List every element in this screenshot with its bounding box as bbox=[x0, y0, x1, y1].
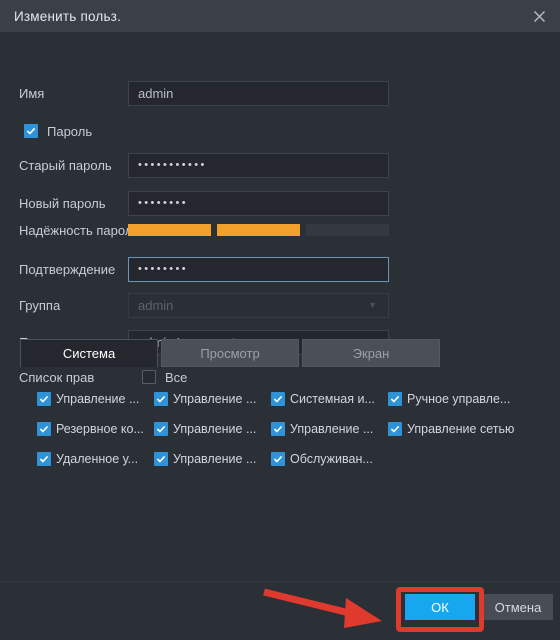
permission-item[interactable]: Управление ... bbox=[154, 444, 271, 474]
dialog-title: Изменить польз. bbox=[14, 8, 122, 24]
permission-label: Управление ... bbox=[173, 392, 257, 406]
old-password-value: ••••••••••• bbox=[138, 158, 207, 171]
row-confirm-password: Подтверждение •••••••• bbox=[0, 256, 560, 282]
permission-checkbox[interactable] bbox=[154, 392, 168, 406]
row-password-strength: Надёжность пароля bbox=[0, 222, 560, 238]
permission-checkbox[interactable] bbox=[37, 422, 51, 436]
chevron-down-icon: ▼ bbox=[368, 300, 377, 310]
permission-checkbox[interactable] bbox=[271, 452, 285, 466]
row-password-toggle: Пароль bbox=[0, 118, 560, 144]
password-toggle[interactable]: Пароль bbox=[0, 124, 92, 139]
row-new-password: Новый пароль •••••••• bbox=[0, 190, 560, 216]
name-value: admin bbox=[138, 85, 174, 101]
permission-label: Резервное ко... bbox=[56, 422, 144, 436]
permission-item[interactable]: Обслуживан... bbox=[271, 444, 388, 474]
permission-label: Управление ... bbox=[290, 422, 374, 436]
dialog-body: Имя admin Пароль Старый пароль •••••••••… bbox=[0, 32, 560, 640]
old-password-label: Старый пароль bbox=[19, 157, 112, 173]
edit-user-dialog: Изменить польз. Имя admin Пароль Старый … bbox=[0, 0, 560, 640]
cancel-button[interactable]: Отмена bbox=[483, 594, 553, 620]
row-old-password: Старый пароль ••••••••••• bbox=[0, 152, 560, 178]
rights-all-checkbox[interactable] bbox=[142, 370, 156, 384]
permission-checkbox[interactable] bbox=[271, 422, 285, 436]
rights-all-label: Все bbox=[165, 369, 188, 385]
permission-checkbox[interactable] bbox=[37, 392, 51, 406]
permission-item[interactable]: Системная и... bbox=[271, 384, 388, 414]
close-icon[interactable] bbox=[526, 4, 552, 28]
permission-label: Управление ... bbox=[173, 422, 257, 436]
permission-item[interactable]: Управление ... bbox=[154, 414, 271, 444]
permission-label: Обслуживан... bbox=[290, 452, 373, 466]
confirm-password-value: •••••••• bbox=[138, 262, 189, 275]
name-input[interactable]: admin bbox=[128, 80, 389, 106]
strength-segment-1 bbox=[128, 224, 211, 236]
tab-preview[interactable]: Просмотр bbox=[161, 339, 299, 367]
strength-segment-2 bbox=[217, 224, 300, 236]
permission-item[interactable]: Управление ... bbox=[271, 414, 388, 444]
permission-item[interactable]: Управление ... bbox=[37, 384, 154, 414]
permission-item[interactable]: Управление сетью bbox=[388, 414, 514, 444]
old-password-input[interactable]: ••••••••••• bbox=[128, 152, 389, 178]
rights-all-toggle[interactable]: Все bbox=[142, 370, 187, 385]
permission-item[interactable]: Управление ... bbox=[154, 384, 271, 414]
permission-label: Управление ... bbox=[56, 392, 140, 406]
permission-checkbox[interactable] bbox=[37, 452, 51, 466]
permission-label: Ручное управле... bbox=[407, 392, 511, 406]
password-strength-label: Надёжность пароля bbox=[19, 222, 140, 238]
group-value: admin bbox=[138, 297, 174, 313]
ok-button[interactable]: ОК bbox=[405, 594, 475, 620]
row-group: Группа admin ▼ bbox=[0, 292, 560, 318]
tab-screen[interactable]: Экран bbox=[302, 339, 440, 367]
group-select: admin ▼ bbox=[128, 292, 389, 318]
permission-label: Управление ... bbox=[173, 452, 257, 466]
permission-checkbox[interactable] bbox=[388, 422, 402, 436]
permission-label: Управление сетью bbox=[407, 422, 515, 436]
confirm-password-input[interactable]: •••••••• bbox=[128, 256, 389, 282]
permission-grid: Управление ... Управление ... Системная … bbox=[37, 384, 537, 474]
password-strength-meter bbox=[128, 224, 389, 236]
permission-item[interactable]: Ручное управле... bbox=[388, 384, 510, 414]
permission-checkbox[interactable] bbox=[154, 422, 168, 436]
permission-label: Системная и... bbox=[290, 392, 375, 406]
group-label: Группа bbox=[19, 297, 61, 313]
permission-item[interactable]: Резервное ко... bbox=[37, 414, 154, 444]
permission-tabs: Система Просмотр Экран bbox=[20, 339, 440, 367]
new-password-value: •••••••• bbox=[138, 196, 189, 209]
dialog-titlebar: Изменить польз. bbox=[0, 0, 560, 32]
permission-checkbox[interactable] bbox=[271, 392, 285, 406]
dialog-footer: ОК Отмена bbox=[0, 581, 560, 640]
confirm-password-label: Подтверждение bbox=[19, 261, 116, 277]
name-label: Имя bbox=[19, 85, 45, 101]
password-toggle-label: Пароль bbox=[47, 123, 93, 139]
password-toggle-checkbox[interactable] bbox=[24, 124, 38, 138]
permission-label: Удаленное у... bbox=[56, 452, 139, 466]
permission-item[interactable]: Удаленное у... bbox=[37, 444, 154, 474]
row-name: Имя admin bbox=[0, 80, 560, 106]
tab-system[interactable]: Система bbox=[20, 339, 158, 367]
new-password-label: Новый пароль bbox=[19, 195, 106, 211]
new-password-input[interactable]: •••••••• bbox=[128, 190, 389, 216]
rights-list-label: Список прав bbox=[19, 369, 95, 385]
permission-checkbox[interactable] bbox=[388, 392, 402, 406]
permission-checkbox[interactable] bbox=[154, 452, 168, 466]
strength-segment-3 bbox=[306, 224, 389, 236]
